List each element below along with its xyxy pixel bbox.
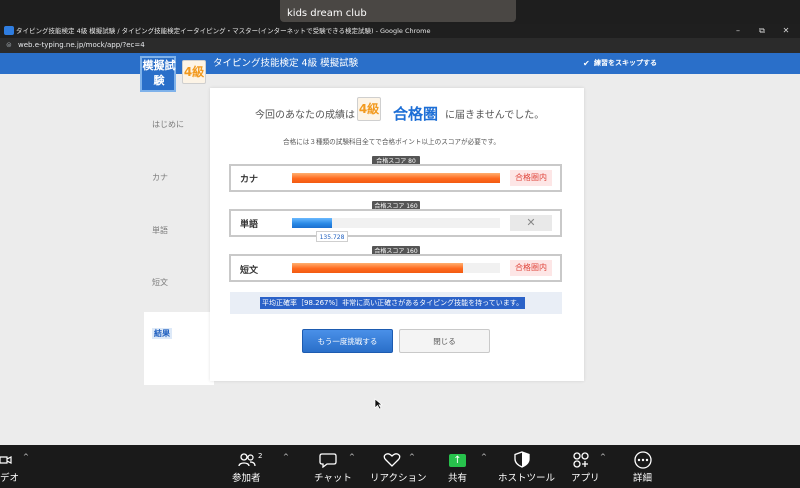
video-camera-icon[interactable] <box>0 454 12 466</box>
participants-count: 2 <box>258 452 263 460</box>
result-prefix-text: 今回のあなたの成績は <box>255 110 355 121</box>
share-options-caret[interactable]: ^ <box>481 453 487 461</box>
share-screen-icon[interactable]: ↑ <box>449 454 466 467</box>
sidebar-item-kana: カナ <box>152 173 168 182</box>
sidebar-item-sentences: 短文 <box>152 278 168 287</box>
logo-text: 模擬試験 <box>142 59 176 87</box>
exam-title: タイピング技能検定 4級 模擬試験 <box>213 58 359 69</box>
apps-icon[interactable] <box>572 451 590 468</box>
apps-options-caret[interactable]: ^ <box>600 453 606 461</box>
grade-badge: 4級 <box>182 60 206 84</box>
status-badge-words: ✕ <box>510 215 552 231</box>
chat-label[interactable]: チャット <box>314 470 352 484</box>
exam-header-bar <box>0 53 800 74</box>
score-bar-fill-kana <box>292 173 500 183</box>
close-window-button[interactable]: ✕ <box>776 24 796 38</box>
status-badge-sentences: 合格圏内 <box>510 260 552 276</box>
site-info-icon[interactable]: ⊜ <box>6 41 14 49</box>
close-button[interactable]: 閉じる <box>399 329 490 353</box>
participants-icon[interactable] <box>238 453 256 467</box>
result-status-text: 合格圏 <box>393 105 439 123</box>
host-tools-label[interactable]: ホストツール <box>498 470 555 484</box>
participant-name: kids dream club <box>287 8 367 19</box>
score-bar-track <box>292 218 500 228</box>
video-options-caret[interactable]: ^ <box>23 453 29 461</box>
site-favicon-icon <box>4 26 14 35</box>
video-label[interactable]: デオ <box>0 470 19 484</box>
sidebar-item-result-active <box>144 312 214 385</box>
mouse-cursor-icon <box>374 398 383 410</box>
share-label[interactable]: 共有 <box>448 470 467 484</box>
chat-options-caret[interactable]: ^ <box>349 453 355 461</box>
score-bar-fill-sentences <box>292 263 463 273</box>
apps-label[interactable]: アプリ <box>571 470 600 484</box>
url-text[interactable]: web.e-typing.ne.jp/mock/app/?ec=4 <box>18 38 145 53</box>
score-bar-fill-words <box>292 218 332 228</box>
result-suffix-text: に届きませんでした。 <box>445 110 545 121</box>
maximize-button[interactable]: ⧉ <box>752 24 772 38</box>
score-bar-track <box>292 173 500 183</box>
reactions-label[interactable]: リアクション <box>370 470 427 484</box>
retry-button[interactable]: もう一度挑戦する <box>302 329 393 353</box>
skip-practice-checkbox[interactable]: ✔ <box>583 59 590 68</box>
chat-icon[interactable] <box>319 452 337 468</box>
reactions-heart-icon[interactable] <box>383 452 401 468</box>
row-label-words: 単語 <box>240 220 259 230</box>
row-label-kana: カナ <box>240 175 259 185</box>
host-tools-shield-icon[interactable] <box>514 451 530 468</box>
row-label-sentences: 短文 <box>240 266 259 276</box>
score-value-callout: 135.728 <box>316 231 348 242</box>
accuracy-message: 平均正確率［98.267%］非常に高い正確さがあるタイピング技能を持っています。 <box>260 297 526 309</box>
status-badge-kana: 合格圏内 <box>510 170 552 186</box>
window-title: タイピング技能検定 4級 模擬試験 / タイピング技能検定イータイピング・マスタ… <box>16 27 431 35</box>
reactions-options-caret[interactable]: ^ <box>409 453 415 461</box>
minimize-button[interactable]: – <box>728 24 748 38</box>
result-grade-badge: 4級 <box>357 97 381 121</box>
skip-practice-label[interactable]: 練習をスキップする <box>594 53 657 74</box>
sidebar-item-intro: はじめに <box>152 120 184 129</box>
pass-requirement-note: 合格には３種類の試験科目全てで合格ポイント以上のスコアが必要です。 <box>283 138 500 146</box>
participants-options-caret[interactable]: ^ <box>283 453 289 461</box>
more-options-icon[interactable] <box>634 451 652 469</box>
sidebar-item-words: 単語 <box>152 226 168 235</box>
score-bar-track <box>292 263 500 273</box>
sidebar-item-result: 結果 <box>152 328 172 339</box>
participants-label[interactable]: 参加者 <box>232 470 261 484</box>
more-label[interactable]: 詳細 <box>633 470 652 484</box>
